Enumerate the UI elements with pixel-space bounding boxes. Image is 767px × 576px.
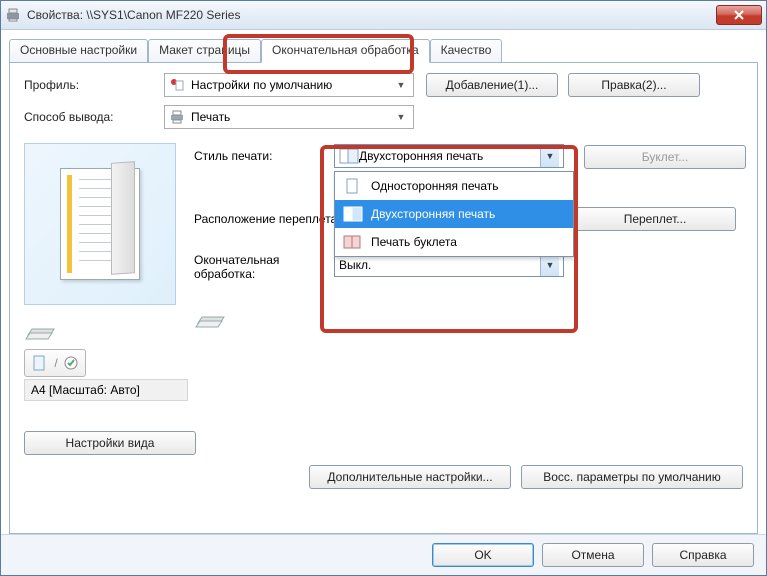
view-settings-button[interactable]: Настройки вида	[24, 431, 196, 455]
help-button[interactable]: Справка	[652, 543, 754, 567]
chevron-down-icon[interactable]: ▼	[540, 145, 559, 167]
output-label: Способ вывода:	[24, 110, 164, 124]
add-profile-button[interactable]: Добавление(1)...	[426, 73, 558, 97]
print-style-dropdown: Односторонняя печать Двухсторонняя печат…	[334, 171, 574, 257]
gutter-button[interactable]: Переплет...	[574, 207, 736, 231]
main-area: / A4 [Масштаб: Авто] Настройки вида Стил…	[24, 143, 743, 455]
close-button[interactable]	[716, 5, 762, 25]
profile-row: Профиль: Настройки по умолчанию ▼ Добавл…	[24, 73, 743, 97]
tab-content: Профиль: Настройки по умолчанию ▼ Добавл…	[9, 62, 758, 534]
print-style-selected: Двухсторонняя печать	[359, 149, 483, 163]
preview-column: / A4 [Масштаб: Авто] Настройки вида	[24, 143, 194, 455]
profile-label: Профиль:	[24, 78, 164, 92]
preview-toolbar[interactable]: /	[24, 349, 86, 377]
output-row: Способ вывода: Печать ▼	[24, 105, 743, 129]
tab-quality[interactable]: Качество	[430, 39, 503, 63]
booklet-button[interactable]: Буклет...	[584, 145, 746, 169]
slash-icon: /	[54, 356, 57, 370]
check-circle-icon	[64, 356, 78, 370]
option-label: Односторонняя печать	[371, 179, 499, 193]
printer-icon	[5, 7, 21, 23]
advanced-settings-button[interactable]: Дополнительные настройки...	[309, 465, 511, 489]
settings-column: Стиль печати: Двухсторонняя печать ▼ Бук…	[194, 143, 746, 455]
preview-status: A4 [Масштаб: Авто]	[24, 379, 188, 401]
finishing-label: Окончательная обработка:	[194, 253, 334, 281]
profile-combo[interactable]: Настройки по умолчанию ▼	[164, 73, 414, 97]
output-combo[interactable]: Печать ▼	[164, 105, 414, 129]
profile-icon	[169, 77, 185, 93]
tab-basic[interactable]: Основные настройки	[9, 39, 148, 63]
chevron-down-icon[interactable]: ▼	[540, 254, 559, 276]
binding-label: Расположение переплета:	[194, 212, 334, 226]
booklet-icon	[343, 234, 363, 250]
output-value: Печать	[191, 110, 393, 124]
window-title: Свойства: \\SYS1\Canon MF220 Series	[27, 8, 716, 22]
print-style-label: Стиль печати:	[194, 149, 334, 163]
dialog-button-bar: OK Отмена Справка	[1, 534, 766, 575]
properties-window: Свойства: \\SYS1\Canon MF220 Series Осно…	[0, 0, 767, 576]
page-icon	[32, 355, 48, 371]
tab-strip: Основные настройки Макет страницы Оконча…	[9, 38, 758, 62]
duplex-page-icon	[343, 206, 363, 222]
print-style-combo[interactable]: Двухсторонняя печать ▼	[334, 144, 564, 168]
finishing-stack-icon	[194, 303, 746, 333]
print-style-option-single[interactable]: Односторонняя печать	[335, 172, 573, 200]
profile-value: Настройки по умолчанию	[191, 78, 393, 92]
print-style-option-duplex[interactable]: Двухсторонняя печать	[335, 200, 573, 228]
stack-icon	[24, 315, 194, 345]
tab-page-layout[interactable]: Макет страницы	[148, 39, 261, 63]
tab-finishing[interactable]: Окончательная обработка	[261, 39, 430, 63]
single-page-icon	[343, 178, 363, 194]
chevron-down-icon: ▼	[393, 74, 409, 96]
tab-footer: Дополнительные настройки... Восс. параме…	[24, 455, 743, 489]
duplex-page-icon	[339, 148, 359, 164]
preview-page-fold-icon	[111, 161, 135, 275]
option-label: Печать буклета	[371, 235, 457, 249]
finishing-value: Выкл.	[339, 258, 371, 272]
cancel-button[interactable]: Отмена	[542, 543, 644, 567]
edit-profile-button[interactable]: Правка(2)...	[568, 73, 700, 97]
chevron-down-icon: ▼	[393, 106, 409, 128]
ok-button[interactable]: OK	[432, 543, 534, 567]
print-style-option-booklet[interactable]: Печать буклета	[335, 228, 573, 256]
titlebar: Свойства: \\SYS1\Canon MF220 Series	[1, 1, 766, 30]
option-label: Двухсторонняя печать	[371, 207, 495, 221]
preview-box	[24, 143, 176, 305]
print-icon	[169, 109, 185, 125]
restore-defaults-button[interactable]: Восс. параметры по умолчанию	[521, 465, 743, 489]
